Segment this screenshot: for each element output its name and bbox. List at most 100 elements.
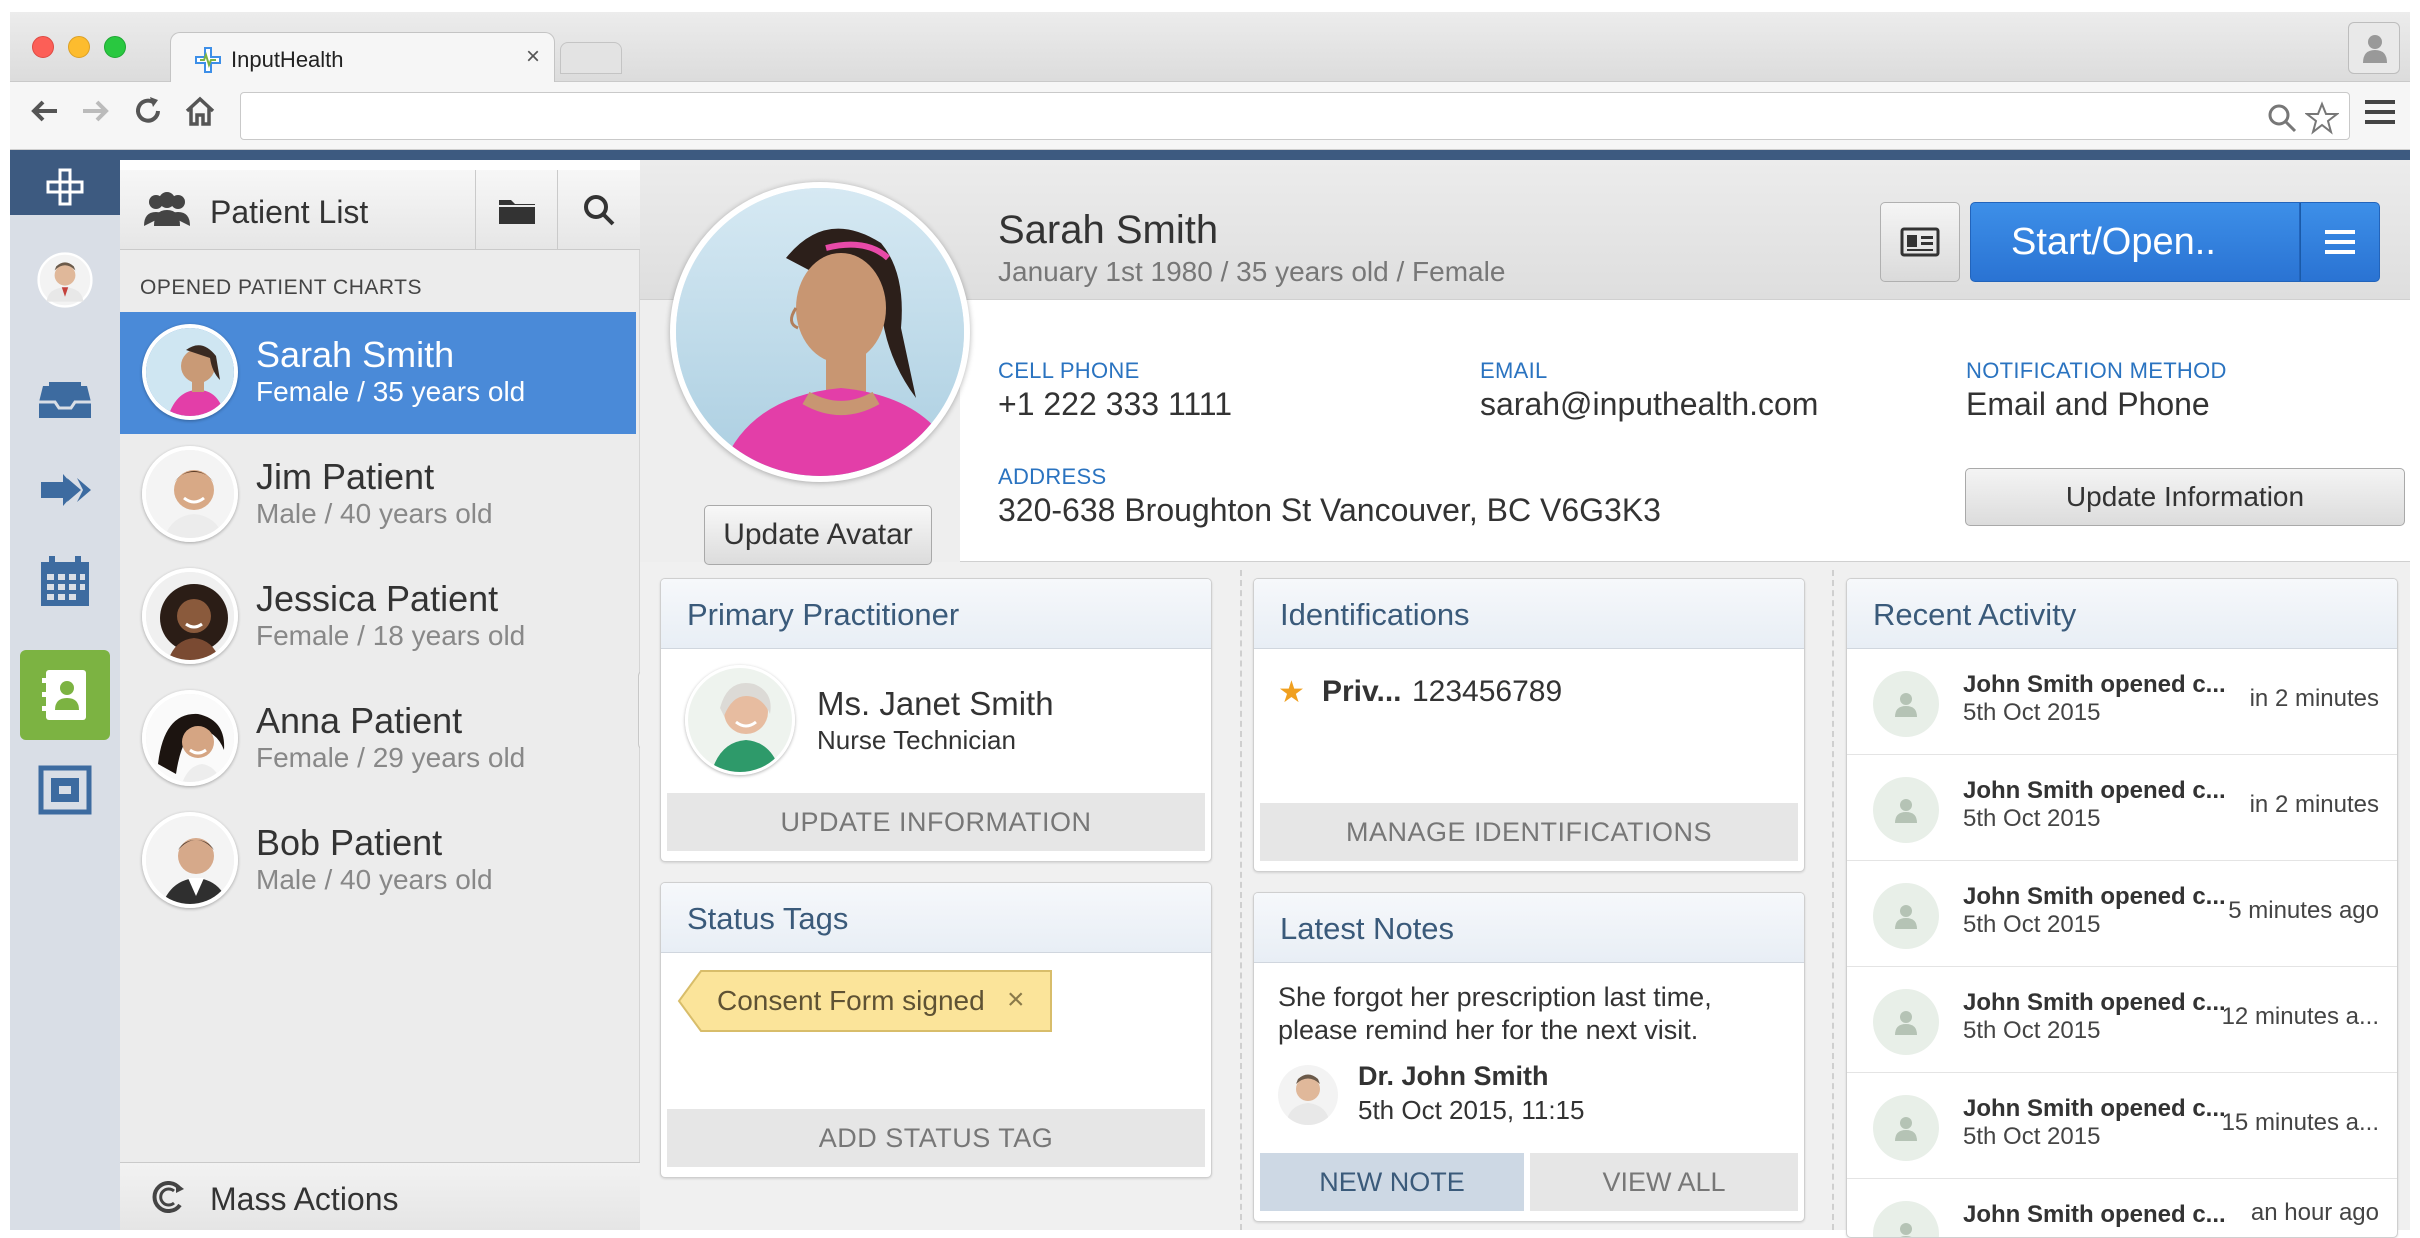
inbox-icon[interactable] (35, 370, 95, 430)
practitioner-avatar (685, 665, 795, 775)
start-open-menu-button[interactable] (2300, 202, 2380, 282)
card-header: Status Tags (661, 883, 1211, 953)
patient-name: Anna Patient (256, 700, 463, 741)
app-logo[interactable] (10, 160, 120, 215)
start-open-button[interactable]: Start/Open.. (1970, 202, 2300, 282)
add-status-tag-button[interactable]: ADD STATUS TAG (667, 1109, 1205, 1167)
card-title: Identifications (1280, 597, 1470, 632)
back-icon[interactable] (24, 94, 64, 134)
patient-chart: Update Avatar Sarah Smith January 1st 19… (640, 160, 2410, 1238)
update-information-button[interactable]: Update Information (1965, 468, 2405, 526)
activity-title: John Smith opened c... (1963, 1201, 2226, 1228)
card-title: Recent Activity (1873, 597, 2077, 632)
address-bar[interactable] (240, 92, 2350, 140)
new-tab-button[interactable] (560, 42, 622, 74)
update-avatar-button[interactable]: Update Avatar (704, 505, 932, 565)
browser-menu-icon[interactable] (2360, 96, 2400, 136)
activity-date: 5th Oct 2015 (1963, 1017, 2101, 1044)
card-header: Identifications (1254, 579, 1804, 649)
activity-row[interactable]: John Smith opened c... 5th Oct 2015 12 m… (1847, 967, 2397, 1073)
calendar-icon[interactable] (35, 552, 95, 612)
tab-close-icon[interactable]: × (526, 43, 540, 71)
update-practitioner-button[interactable]: UPDATE INFORMATION (667, 793, 1205, 851)
status-tag[interactable]: Consent Form signed × (677, 969, 1055, 1033)
identifications-card: Identifications ★ Priv... 123456789 MANA… (1253, 578, 1805, 872)
patient-row-bob-patient[interactable]: Bob Patient Male / 40 years old (120, 800, 636, 922)
column-divider (1832, 570, 1834, 1230)
app-accent-bar (10, 150, 2410, 160)
identification-type: Priv... (1322, 675, 1402, 708)
user-avatar[interactable] (30, 245, 100, 315)
activity-user-icon (1873, 671, 1939, 737)
browser-tab[interactable]: InputHealth × (170, 32, 555, 84)
patient-avatar (142, 324, 238, 420)
cell-phone-value: +1 222 333 1111 (998, 386, 1232, 422)
email-value: sarah@inputhealth.com (1480, 386, 1819, 422)
tab-title: InputHealth (231, 47, 344, 72)
mass-actions-label: Mass Actions (210, 1181, 399, 1217)
activity-user-icon (1873, 1201, 1939, 1237)
cell-phone-label: CELL PHONE (998, 358, 1140, 383)
activity-row[interactable]: John Smith opened c... 5th Oct 2015 15 m… (1847, 1073, 2397, 1179)
patient-row-sarah-smith[interactable]: Sarah Smith Female / 35 years old (120, 312, 636, 434)
doctor-avatar-icon (37, 252, 93, 308)
manage-identifications-button[interactable]: MANAGE IDENTIFICATIONS (1260, 803, 1798, 861)
activity-time: 5 minutes ago (2228, 897, 2379, 924)
address-label: ADDRESS (998, 464, 1107, 489)
profile-button[interactable] (2348, 22, 2400, 74)
card-header: Primary Practitioner (661, 579, 1211, 649)
status-tags-card: Status Tags Consent Form signed × ADD ST… (660, 882, 1212, 1178)
mass-actions-button[interactable]: Mass Actions (120, 1162, 640, 1230)
search-patients-button[interactable] (557, 170, 640, 250)
activity-user-icon (1873, 777, 1939, 843)
home-icon[interactable] (180, 94, 220, 134)
activity-title: John Smith opened c... (1963, 777, 2226, 804)
activity-row[interactable]: John Smith opened c... 5th Oct 2015 in 2… (1847, 755, 2397, 861)
card-header: Latest Notes (1254, 893, 1804, 963)
patient-name: Sarah Smith (256, 334, 455, 375)
minimize-window-button[interactable] (68, 36, 90, 58)
primary-practitioner-card: Primary Practitioner Ms. Janet Smith Nur… (660, 578, 1212, 862)
favicon-icon (195, 47, 221, 73)
notification-method-value: Email and Phone (1966, 386, 2210, 422)
tab-bar: InputHealth × (10, 12, 2410, 84)
activity-row[interactable]: John Smith opened c... 5th Oct 2015 in 2… (1847, 649, 2397, 755)
patient-row-anna-patient[interactable]: Anna Patient Female / 29 years old (120, 678, 636, 800)
note-text: She forgot her prescription last time, p… (1278, 982, 1712, 1045)
patient-avatar (142, 812, 238, 908)
column-divider (1240, 570, 1242, 1230)
activity-title: John Smith opened c... (1963, 883, 2226, 910)
remove-tag-icon[interactable]: × (1007, 983, 1025, 1017)
patient-name: Jim Patient (256, 456, 435, 497)
open-folder-button[interactable] (475, 170, 557, 250)
safe-icon[interactable] (35, 760, 95, 820)
activity-user-icon (1873, 883, 1939, 949)
forward-arrows-icon[interactable] (35, 460, 95, 520)
maximize-window-button[interactable] (104, 36, 126, 58)
patient-details: Female / 29 years old (256, 742, 526, 773)
patient-contacts-nav[interactable] (20, 650, 110, 740)
patient-details: Female / 35 years old (256, 376, 526, 407)
activity-row[interactable]: John Smith opened c... an hour ago (1847, 1179, 2397, 1237)
activity-title: John Smith opened c... (1963, 671, 2226, 698)
latest-notes-card: Latest Notes She forgot her prescription… (1253, 892, 1805, 1222)
patient-name-heading: Sarah Smith (998, 208, 1219, 252)
view-all-notes-button[interactable]: VIEW ALL (1530, 1153, 1798, 1211)
close-window-button[interactable] (32, 36, 54, 58)
patient-avatar (142, 568, 238, 664)
reload-icon[interactable] (128, 94, 168, 134)
logo-icon (46, 168, 84, 206)
activity-time: 15 minutes a... (2221, 1109, 2379, 1136)
activity-row[interactable]: John Smith opened c... 5th Oct 2015 5 mi… (1847, 861, 2397, 967)
zoom-icon[interactable] (2267, 103, 2297, 133)
patient-row-jessica-patient[interactable]: Jessica Patient Female / 18 years old (120, 556, 636, 678)
forward-icon[interactable] (76, 94, 116, 134)
note-date: 5th Oct 2015, 11:15 (1358, 1095, 1585, 1125)
new-note-button[interactable]: NEW NOTE (1260, 1153, 1524, 1211)
patient-row-jim-patient[interactable]: Jim Patient Male / 40 years old (120, 434, 636, 556)
id-card-button[interactable] (1880, 202, 1960, 282)
contacts-book-icon (42, 670, 86, 720)
activity-time: in 2 minutes (2249, 685, 2379, 712)
bookmark-star-icon[interactable] (2305, 101, 2339, 135)
patient-details: Female / 18 years old (256, 620, 526, 651)
